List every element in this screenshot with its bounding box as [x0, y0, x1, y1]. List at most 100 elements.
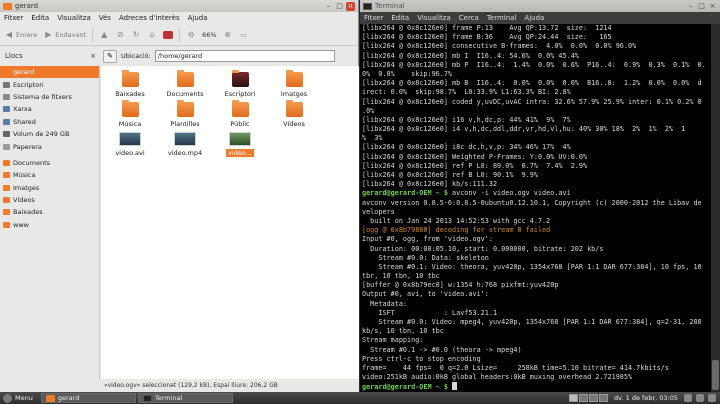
filesystem-icon: [3, 93, 10, 100]
file-item[interactable]: Documents: [158, 70, 212, 98]
terminal-line: gerard@gerard-OEM ~ $: [362, 382, 710, 391]
task-terminal[interactable]: Terminal: [137, 393, 233, 403]
menu-search[interactable]: Cerca: [459, 14, 479, 22]
menu-terminal[interactable]: Terminal: [487, 14, 517, 22]
folder-icon: [285, 70, 303, 87]
menu-edit[interactable]: Edita: [31, 14, 49, 22]
file-item[interactable]: Escriptori: [213, 70, 267, 98]
file-item[interactable]: Plantilles: [158, 100, 212, 128]
workspace-1[interactable]: [569, 394, 579, 402]
file-item[interactable]: video.avi: [103, 132, 157, 157]
file-item[interactable]: Públic: [213, 100, 267, 128]
file-item[interactable]: video.mp4: [158, 132, 212, 157]
folder-icon: [121, 70, 139, 87]
power-icon[interactable]: [708, 394, 716, 402]
file-name: Imatges: [280, 90, 308, 98]
file-item[interactable]: Vídeos: [267, 100, 321, 128]
sidebar-item-home[interactable]: gerard: [0, 66, 99, 79]
minimize-button[interactable]: –: [324, 2, 333, 11]
file-item[interactable]: Música: [103, 100, 157, 128]
maximize-button[interactable]: □: [697, 2, 706, 11]
task-label: gerard: [57, 394, 80, 402]
clock[interactable]: dv. 1 de febr, 03:05: [614, 394, 678, 402]
workspace-4[interactable]: [599, 394, 609, 402]
close-button[interactable]: ×: [708, 2, 717, 11]
folder-icon: [121, 100, 139, 117]
terminal-icon: [142, 394, 152, 402]
workspace-3[interactable]: [589, 394, 599, 402]
location-input[interactable]: /home/gerard: [154, 50, 335, 62]
maximize-button[interactable]: □: [335, 2, 344, 11]
video-file-icon: [119, 132, 141, 146]
terminal-line: frame= 44 fps= 0 q=2.0 Lsize= 258kB time…: [362, 363, 669, 372]
menu-bookmarks[interactable]: Adreces d'interès: [119, 14, 180, 22]
zoom-in-icon[interactable]: ⊕: [223, 30, 233, 40]
terminal-line: Output #0, avi, to 'video.avi':: [362, 290, 489, 299]
sidebar-item-shared[interactable]: Shared: [0, 116, 99, 128]
file-item[interactable]: Baixades: [103, 70, 157, 98]
sidebar-item-label: www: [13, 220, 29, 229]
sidebar-item-filesystem[interactable]: Sistema de fitxers: [0, 91, 99, 103]
terminal-line: ISFT : Lavf53.21.1: [362, 308, 498, 317]
terminal-line: built on Jan 24 2013 14:52:53 with gcc 4…: [362, 216, 551, 225]
terminal-scrollbar[interactable]: [711, 24, 720, 392]
back-button[interactable]: ◀ Enrere: [4, 30, 37, 40]
task-label: Terminal: [154, 394, 183, 402]
network-icon[interactable]: [684, 394, 692, 402]
close-button[interactable]: ×: [346, 1, 355, 11]
terminal-line: [libx264 @ 0x8c126e0] mb B I16..4: 0.0% …: [362, 79, 702, 88]
file-name: video.mp4: [167, 149, 203, 157]
file-item[interactable]: Imatges: [267, 70, 321, 98]
sidebar-item-documents[interactable]: Documents: [0, 157, 99, 169]
volume-icon[interactable]: [696, 394, 704, 402]
menu-go[interactable]: Vés: [99, 14, 111, 22]
sidebar-item-volume[interactable]: Volum de 249 GB: [0, 128, 99, 140]
sidebar-item-music[interactable]: Música: [0, 169, 99, 181]
sidebar-item-network[interactable]: Xarxa: [0, 103, 99, 115]
terminal-line: [libx264 @ 0x8c126e0] i16 v,h,dc,p: 44% …: [362, 115, 571, 124]
folder-icon: [3, 159, 10, 166]
workspace-2[interactable]: [579, 394, 589, 402]
menu-view[interactable]: Visualitza: [417, 14, 451, 22]
sidebar-item-pictures[interactable]: Imatges: [0, 182, 99, 194]
view-mode-icon[interactable]: ▭: [239, 30, 249, 40]
terminal-line: [libx264 @ 0x8c126e0] i8c dc,h,v,p: 34% …: [362, 143, 571, 152]
home-icon[interactable]: ⌂: [147, 30, 157, 40]
terminal-titlebar[interactable]: Terminal – □ ×: [360, 0, 720, 12]
menu-help[interactable]: Ajuda: [524, 14, 544, 22]
menu-help[interactable]: Ajuda: [188, 14, 208, 22]
sidebar-item-label: Música: [13, 171, 36, 180]
file-item-selected[interactable]: video...: [213, 132, 267, 157]
forward-button[interactable]: ▶ Endavant: [43, 30, 86, 40]
file-view[interactable]: Baixades Documents Escriptori Imatges Mú…: [101, 66, 359, 379]
sidebar-item-www[interactable]: www: [0, 219, 99, 231]
close-sidebar-icon[interactable]: ×: [90, 52, 96, 60]
workspace-switcher[interactable]: [569, 394, 609, 402]
menu-button[interactable]: Menu: [0, 393, 41, 403]
file-manager-titlebar[interactable]: gerard – □ ×: [0, 0, 358, 12]
sidebar-item-desktop[interactable]: Escriptori: [0, 78, 99, 90]
menu-view[interactable]: Visualitza: [57, 14, 91, 22]
sidebar-item-trash[interactable]: Paperera: [0, 140, 99, 152]
terminal-output[interactable]: [libx264 @ 0x8c126e0] frame P:13 Avg QP:…: [362, 24, 710, 392]
menu-file[interactable]: Fitxer: [364, 14, 383, 22]
sidebar-item-label: Vídeos: [13, 196, 35, 205]
task-file-manager[interactable]: gerard: [40, 393, 136, 403]
scrollbar-thumb[interactable]: [712, 360, 719, 390]
computer-icon[interactable]: [163, 30, 174, 39]
folder-icon: [3, 2, 12, 10]
places-selector[interactable]: Llocs ×: [0, 52, 100, 60]
up-arrow-icon[interactable]: ▲: [99, 30, 109, 40]
menu-edit[interactable]: Edita: [391, 14, 409, 22]
zoom-out-icon[interactable]: ⊖: [186, 30, 196, 40]
sidebar-item-videos[interactable]: Vídeos: [0, 194, 99, 206]
arrow-left-icon: ◀: [5, 30, 13, 39]
stop-icon[interactable]: ⊘: [115, 30, 125, 40]
reload-icon[interactable]: ↻: [131, 30, 141, 40]
minimize-button[interactable]: –: [686, 2, 695, 11]
menu-file[interactable]: Fitxer: [4, 14, 23, 22]
sidebar-item-downloads[interactable]: Baixades: [0, 206, 99, 218]
file-name: Baixades: [115, 90, 145, 98]
terminal-line: kb/s, 10 tbn, 10 tbc: [362, 327, 444, 336]
edit-location-button[interactable]: ✎: [103, 49, 117, 63]
